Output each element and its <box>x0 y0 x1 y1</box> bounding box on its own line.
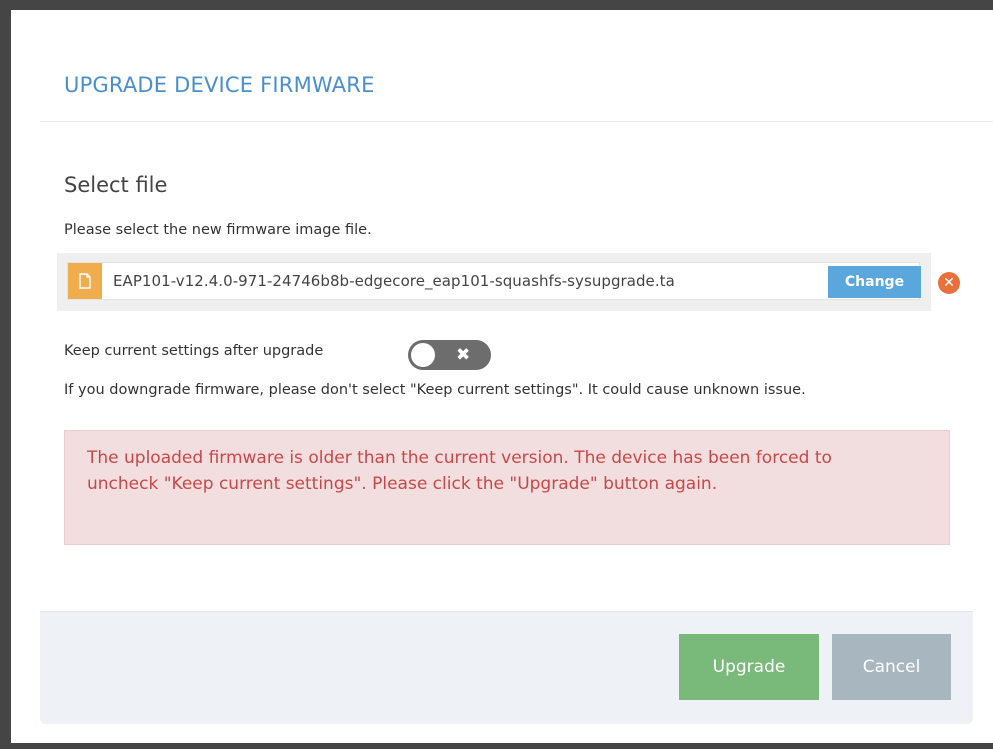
keep-settings-label: Keep current settings after upgrade <box>64 343 324 359</box>
upgrade-firmware-dialog: UPGRADE DEVICE FIRMWARE Select file Plea… <box>11 10 993 743</box>
upgrade-button[interactable]: Upgrade <box>679 634 819 700</box>
select-file-hint: Please select the new firmware image fil… <box>64 222 372 238</box>
dialog-title: UPGRADE DEVICE FIRMWARE <box>64 73 375 97</box>
dialog-header: UPGRADE DEVICE FIRMWARE <box>40 10 993 122</box>
file-input-group: EAP101-v12.4.0-971-24746b8b-edgecore_eap… <box>57 253 931 311</box>
cancel-button[interactable]: Cancel <box>832 634 951 700</box>
error-alert: The uploaded firmware is older than the … <box>64 430 950 545</box>
file-input-field[interactable]: EAP101-v12.4.0-971-24746b8b-edgecore_eap… <box>67 262 921 300</box>
section-title: Select file <box>64 173 168 197</box>
file-icon <box>68 263 102 299</box>
change-file-button[interactable]: Change <box>828 266 921 298</box>
toggle-knob <box>411 343 435 367</box>
keep-settings-toggle[interactable]: ✖ <box>408 340 491 370</box>
x-icon: ✖ <box>456 345 471 365</box>
error-alert-text: The uploaded firmware is older than the … <box>87 448 832 494</box>
downgrade-warning-text: If you downgrade firmware, please don't … <box>64 382 806 398</box>
remove-file-icon[interactable]: ✕ <box>938 272 960 294</box>
selected-file-name: EAP101-v12.4.0-971-24746b8b-edgecore_eap… <box>113 272 675 290</box>
